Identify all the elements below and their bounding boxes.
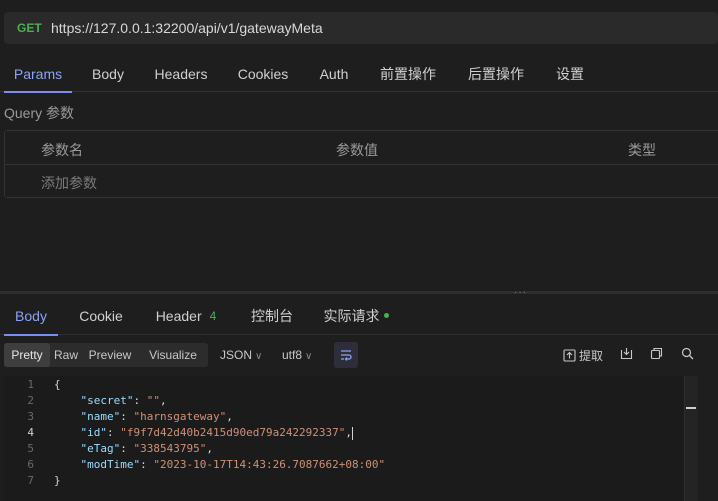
format-preview-button[interactable]: Preview: [82, 343, 138, 367]
tab-cookies[interactable]: Cookies: [222, 56, 304, 92]
code-line[interactable]: 4 "id": "f9f7d42d40b2415d90ed79a24229233…: [4, 425, 698, 441]
code-line[interactable]: 1{: [4, 377, 698, 393]
column-param-value: 参数值: [336, 142, 378, 158]
url-input[interactable]: https://127.0.0.1:32200/api/v1/gatewayMe…: [51, 20, 323, 36]
panel-scrollbar[interactable]: [698, 376, 718, 501]
scrollbar-cursor-marker: [686, 407, 696, 409]
chevron-down-icon: ∨: [305, 351, 313, 362]
download-button[interactable]: [620, 347, 633, 360]
tab-label: Body: [92, 66, 124, 82]
format-pretty-button[interactable]: Pretty: [4, 343, 50, 367]
extract-button[interactable]: 提取: [563, 347, 603, 364]
wrap-lines-icon: [341, 350, 352, 361]
download-icon: [620, 348, 633, 360]
line-number: 7: [27, 474, 34, 487]
tab-label: Cookie: [79, 308, 123, 324]
tab-label: Cookies: [237, 66, 289, 82]
tab-auth[interactable]: Auth: [304, 56, 364, 92]
url-bar[interactable]: GET https://127.0.0.1:32200/api/v1/gatew…: [4, 12, 718, 44]
format-visualize-button[interactable]: Visualize: [138, 343, 208, 367]
encoding-select[interactable]: utf8 ∨: [282, 348, 312, 362]
add-param-placeholder[interactable]: 添加参数: [41, 173, 97, 193]
tab-label: Params: [13, 66, 63, 82]
column-param-type: 类型: [628, 142, 656, 158]
format-group: Pretty Raw Preview Visualize: [4, 343, 208, 367]
request-tabs: Params Body Headers Cookies Auth 前置操作 后置…: [0, 56, 718, 93]
format-raw-button[interactable]: Raw: [50, 343, 82, 367]
code-line[interactable]: 3 "name": "harnsgateway",: [4, 409, 698, 425]
query-params-title: Query 参数: [4, 105, 75, 121]
code-text: "secret": "",: [80, 394, 167, 407]
response-tabs: Body Cookie Header 4 控制台 实际请求: [0, 297, 718, 336]
chevron-down-icon: ∨: [255, 351, 263, 362]
response-body-viewer[interactable]: 1{2 "secret": "", 3 "name": "harnsgateway…: [4, 376, 698, 501]
line-number: 5: [27, 442, 34, 455]
tab-label: Header: [155, 308, 202, 324]
tab-params[interactable]: Params: [0, 56, 76, 93]
line-number: 1: [27, 378, 34, 391]
tab-actual-request[interactable]: 实际请求: [312, 297, 400, 335]
extract-label: 提取: [579, 349, 604, 363]
add-param-row[interactable]: 添加参数: [5, 165, 718, 198]
type-select-value: JSON: [220, 348, 253, 362]
code-line[interactable]: 2 "secret": "",: [4, 393, 698, 409]
text-cursor: [352, 426, 354, 440]
tab-response-body[interactable]: Body: [0, 297, 62, 336]
line-number: 2: [27, 394, 34, 407]
code-text: "id": "f9f7d42d40b2415d90ed79a242292337"…: [80, 426, 354, 440]
tab-label: Headers: [154, 66, 208, 82]
search-icon: [681, 347, 694, 360]
tab-label: 控制台: [251, 308, 293, 324]
tab-label: 设置: [556, 66, 584, 82]
http-method[interactable]: GET: [17, 21, 51, 35]
line-number: 4: [27, 426, 34, 439]
wrap-lines-button[interactable]: [334, 342, 358, 368]
tab-label: 后置操作: [468, 66, 524, 82]
tab-response-cookie[interactable]: Cookie: [62, 297, 140, 335]
tab-pre-request[interactable]: 前置操作: [364, 56, 452, 92]
code-scrollbar[interactable]: [684, 376, 698, 501]
column-param-name: 参数名: [41, 142, 83, 158]
copy-button[interactable]: [650, 347, 663, 360]
line-number: 3: [27, 410, 34, 423]
code-line[interactable]: 6 "modTime": "2023-10-17T14:43:26.708766…: [4, 457, 698, 473]
params-header-row: 参数名 参数值 类型: [5, 131, 718, 165]
encoding-select-value: utf8: [282, 348, 303, 362]
code-text: "name": "harnsgateway",: [80, 410, 233, 423]
code-text: {: [54, 378, 61, 391]
type-select[interactable]: JSON ∨: [220, 348, 262, 362]
status-dot-icon: [383, 312, 389, 318]
code-line[interactable]: 7}: [4, 473, 698, 489]
copy-icon: [650, 347, 663, 360]
panel-splitter[interactable]: [0, 291, 718, 294]
tab-label: Body: [15, 308, 47, 324]
code-text: "modTime": "2023-10-17T14:43:26.7087662+…: [80, 458, 386, 471]
tab-response-header[interactable]: Header 4: [140, 297, 232, 335]
code-line[interactable]: 5 "eTag": "338543795",: [4, 441, 698, 457]
tab-label: 前置操作: [380, 66, 436, 82]
code-text: "eTag": "338543795",: [80, 442, 213, 455]
tab-post-request[interactable]: 后置操作: [452, 56, 540, 92]
tab-headers[interactable]: Headers: [140, 56, 222, 92]
search-button[interactable]: [681, 347, 694, 360]
response-toolbar: Pretty Raw Preview Visualize JSON ∨ utf8 ∨…: [4, 342, 718, 369]
code-text: }: [54, 474, 61, 487]
params-table: 参数名 参数值 类型 添加参数: [4, 130, 718, 198]
tab-label: Auth: [319, 66, 349, 82]
tab-console[interactable]: 控制台: [232, 297, 312, 335]
tab-body[interactable]: Body: [76, 56, 140, 92]
line-number: 6: [27, 458, 34, 471]
tab-label: 实际请求: [323, 308, 380, 324]
extract-icon: [563, 349, 576, 362]
header-count-badge: 4: [209, 309, 217, 323]
tab-settings[interactable]: 设置: [540, 56, 600, 92]
